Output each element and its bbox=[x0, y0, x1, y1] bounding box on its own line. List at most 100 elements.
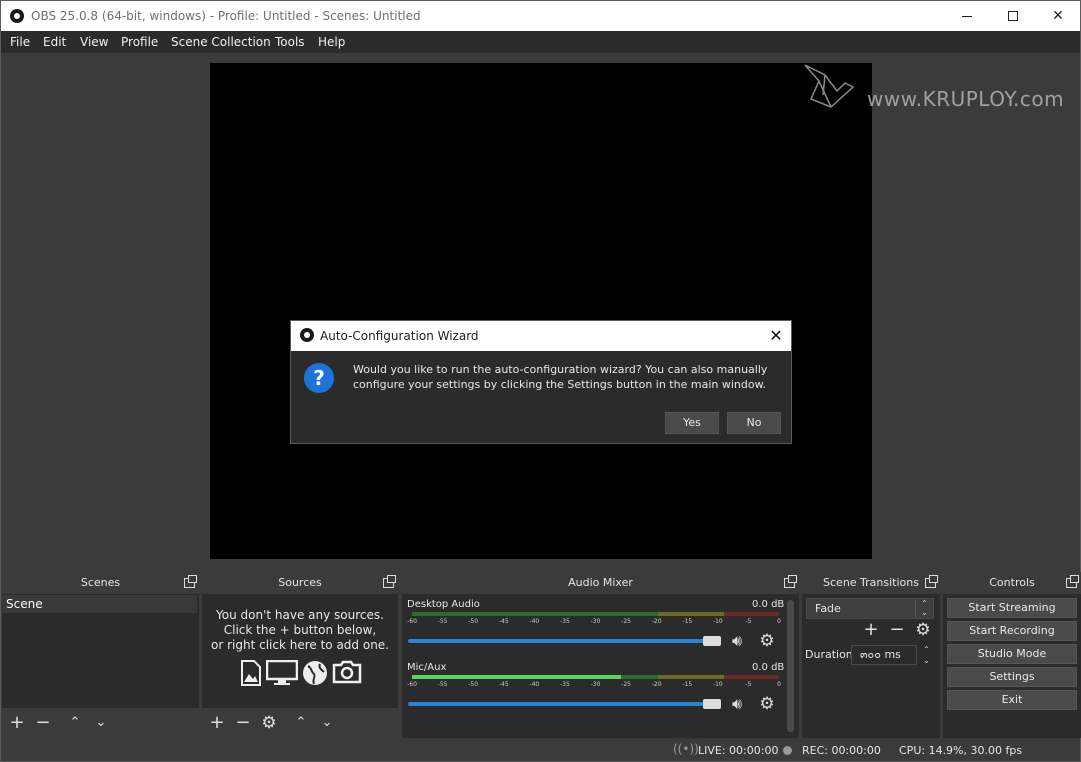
hint-line: You don't have any sources. bbox=[216, 608, 384, 622]
menu-file[interactable]: File bbox=[10, 35, 30, 49]
window-title: OBS 25.0.8 (64-bit, windows) - Profile: … bbox=[31, 9, 421, 23]
gear-icon[interactable]: ⚙ bbox=[757, 694, 777, 714]
remove-source-button[interactable]: − bbox=[232, 712, 254, 734]
yes-button[interactable]: Yes bbox=[665, 412, 719, 434]
meter-ticks: -60 -55 -50 -45 -40 -35 -30 -25 -20 -15 -10 -5 0 bbox=[407, 679, 781, 689]
undock-icon[interactable] bbox=[1066, 575, 1079, 588]
cpu-status: CPU: 14.9%, 30.00 fps bbox=[899, 744, 1023, 757]
scenes-dock: Scenes Scene + − ⌃ ⌄ bbox=[2, 572, 199, 738]
volume-slider-handle[interactable] bbox=[703, 699, 721, 709]
menu-scene-collection[interactable]: Scene Collection bbox=[171, 35, 271, 49]
dialog-message-line: Would you like to run the auto-configura… bbox=[353, 363, 768, 376]
title-bar: OBS 25.0.8 (64-bit, windows) - Profile: … bbox=[1, 1, 1080, 31]
start-recording-button[interactable]: Start Recording bbox=[947, 621, 1077, 641]
volume-slider[interactable] bbox=[408, 639, 721, 643]
scenes-list: Scene bbox=[2, 595, 199, 708]
question-icon: ? bbox=[304, 363, 334, 393]
meter-tick-label: 0 bbox=[777, 618, 781, 625]
no-button[interactable]: No bbox=[727, 412, 781, 434]
move-source-down-button[interactable]: ⌄ bbox=[316, 712, 338, 734]
scene-item[interactable]: Scene bbox=[2, 595, 197, 613]
move-source-up-button[interactable]: ⌃ bbox=[290, 712, 312, 734]
meter-tick-label: -15 bbox=[682, 618, 693, 625]
add-source-button[interactable]: + bbox=[206, 712, 228, 734]
hint-line: Click the + button below, bbox=[223, 623, 377, 637]
menu-profile[interactable]: Profile bbox=[121, 35, 158, 49]
exit-button[interactable]: Exit bbox=[947, 690, 1077, 710]
undock-icon[interactable] bbox=[184, 575, 197, 588]
add-transition-button[interactable]: + bbox=[860, 619, 882, 641]
meter-tick-label: -30 bbox=[590, 618, 601, 625]
menu-help[interactable]: Help bbox=[318, 35, 345, 49]
scenes-toolbar: + − ⌃ ⌄ bbox=[2, 708, 199, 738]
dialog-message-line: configure your settings by clicking the … bbox=[353, 378, 767, 391]
meter-tick-label: -40 bbox=[529, 618, 540, 625]
meter-tick-label: -60 bbox=[407, 681, 417, 688]
dialog-message: Would you like to run the auto-configura… bbox=[353, 362, 783, 392]
sources-dock-title: Sources bbox=[202, 572, 398, 594]
remove-scene-button[interactable]: − bbox=[32, 712, 54, 734]
auto-config-dialog: Auto-Configuration Wizard ✕ ? Would you … bbox=[290, 320, 792, 444]
dialog-title-bar: Auto-Configuration Wizard ✕ bbox=[291, 321, 791, 351]
volume-slider[interactable] bbox=[408, 702, 721, 706]
undock-icon[interactable] bbox=[784, 575, 797, 588]
undock-icon[interactable] bbox=[383, 575, 396, 588]
meter-tick-label: -20 bbox=[651, 618, 662, 625]
display-icon bbox=[265, 659, 299, 689]
obs-logo-icon bbox=[10, 9, 24, 23]
menu-tools[interactable]: Tools bbox=[275, 35, 305, 49]
menu-edit[interactable]: Edit bbox=[43, 35, 66, 49]
speaker-icon[interactable]: 🔊︎ bbox=[726, 631, 748, 651]
move-scene-up-button[interactable]: ⌃ bbox=[64, 712, 86, 734]
maximize-button[interactable] bbox=[990, 1, 1036, 31]
meter-tick-label: -60 bbox=[407, 618, 417, 625]
scenes-dock-title: Scenes bbox=[2, 572, 199, 594]
sources-dock[interactable]: Sources You don't have any sources. Clic… bbox=[202, 572, 398, 738]
source-properties-button[interactable]: ⚙ bbox=[258, 712, 280, 734]
sources-toolbar: + − ⚙ ⌃ ⌄ bbox=[202, 708, 398, 738]
undock-icon[interactable] bbox=[925, 575, 938, 588]
meter-tick-label: -50 bbox=[468, 681, 479, 688]
watermark: www.KRUPLOY.com bbox=[801, 61, 1076, 116]
volume-slider-handle[interactable] bbox=[703, 636, 721, 646]
start-streaming-button[interactable]: Start Streaming bbox=[947, 598, 1077, 618]
preview-canvas[interactable] bbox=[210, 63, 872, 559]
channel-name: Desktop Audio bbox=[407, 599, 480, 610]
minimize-button[interactable] bbox=[944, 1, 990, 31]
meter-tick-label: -35 bbox=[560, 618, 570, 625]
close-window-button[interactable]: ✕ bbox=[1035, 1, 1081, 31]
meter-tick-label: 0 bbox=[777, 681, 781, 688]
gear-icon[interactable]: ⚙ bbox=[757, 631, 777, 651]
speaker-icon[interactable]: 🔊︎ bbox=[726, 694, 748, 714]
meter-tick-label: -25 bbox=[621, 618, 631, 625]
move-scene-down-button[interactable]: ⌄ bbox=[90, 712, 112, 734]
camera-icon bbox=[332, 660, 362, 687]
meter-tick-label: -5 bbox=[745, 618, 752, 625]
hint-line: or right click here to add one. bbox=[211, 638, 389, 652]
scene-transitions-dock: Scene Transitions Fade ⌃ ⌄ + − ⚙ Duration… bbox=[802, 572, 940, 738]
settings-button[interactable]: Settings bbox=[947, 667, 1077, 687]
remove-transition-button[interactable]: − bbox=[886, 619, 908, 641]
meter-tick-label: -30 bbox=[590, 681, 601, 688]
duration-spinner[interactable]: ⌃ ⌄ bbox=[919, 644, 934, 666]
meter-tick-label: -20 bbox=[651, 681, 662, 688]
transition-select[interactable]: Fade ⌃ ⌄ bbox=[806, 598, 934, 619]
mixer-scrollbar[interactable] bbox=[787, 600, 794, 732]
menu-view[interactable]: View bbox=[80, 35, 108, 49]
meter-tick-label: -35 bbox=[560, 681, 570, 688]
transition-properties-button[interactable]: ⚙ bbox=[912, 619, 934, 641]
obs-window: OBS 25.0.8 (64-bit, windows) - Profile: … bbox=[0, 0, 1081, 762]
meter-tick-label: -55 bbox=[437, 618, 448, 625]
duration-input[interactable]: ๓๐๐ ms bbox=[851, 645, 917, 665]
rec-status: REC: 00:00:00 bbox=[802, 744, 881, 757]
image-icon bbox=[240, 660, 262, 689]
broadcast-icon: ((•)) bbox=[673, 742, 699, 756]
chevron-updown-icon: ⌃ ⌄ bbox=[915, 599, 933, 618]
studio-mode-button[interactable]: Studio Mode bbox=[947, 644, 1077, 664]
no-sources-hint: You don't have any sources. Click the + … bbox=[202, 608, 398, 653]
add-scene-button[interactable]: + bbox=[6, 712, 28, 734]
channel-name: Mic/Aux bbox=[407, 662, 447, 673]
meter-tick-label: -45 bbox=[498, 681, 509, 688]
dialog-close-button[interactable]: ✕ bbox=[765, 325, 787, 347]
meter-tick-label: -40 bbox=[529, 681, 540, 688]
